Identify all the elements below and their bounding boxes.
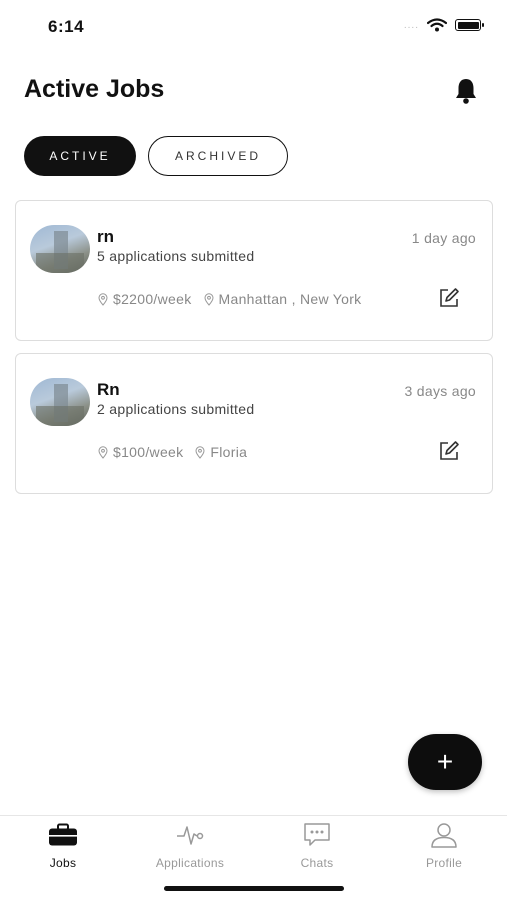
add-job-button[interactable]: + <box>408 734 482 790</box>
job-meta: $2200/week Manhattan , New York <box>98 291 374 307</box>
tab-active[interactable]: ACTIVE <box>24 136 136 176</box>
status-bar: 6:14 .... <box>0 0 507 50</box>
job-list: rn 5 applications submitted 1 day ago $2… <box>15 200 493 506</box>
nav-label: Jobs <box>49 856 77 870</box>
job-avatar <box>30 378 90 426</box>
nav-label: Profile <box>425 856 463 870</box>
battery-icon <box>455 19 484 31</box>
edit-icon[interactable] <box>438 287 460 309</box>
job-meta: $100/week Floria <box>98 444 259 460</box>
job-location-text: Manhattan , New York <box>218 291 362 307</box>
job-location-text: Floria <box>210 444 248 460</box>
nav-label: Chats <box>300 856 334 870</box>
bell-icon[interactable] <box>451 76 481 106</box>
nav-item-profile[interactable]: Profile <box>381 816 507 876</box>
job-title: Rn <box>97 380 120 399</box>
job-salary-text: $2200/week <box>113 291 192 307</box>
nav-item-chats[interactable]: Chats <box>254 816 380 876</box>
page-title: Active Jobs <box>24 75 165 103</box>
job-location: Floria <box>195 444 247 460</box>
edit-icon[interactable] <box>438 440 460 462</box>
home-indicator[interactable] <box>164 886 344 891</box>
location-pin-icon <box>98 292 108 306</box>
job-applications-count: 5 applications submitted <box>97 248 255 264</box>
job-posted-time: 3 days ago <box>404 383 476 399</box>
job-card[interactable]: Rn 2 applications submitted 3 days ago $… <box>15 353 493 494</box>
location-pin-icon <box>195 445 205 459</box>
nav-label: Applications <box>155 856 225 870</box>
status-time: 6:14 <box>48 17 85 36</box>
activity-icon <box>175 822 205 848</box>
location-pin-icon <box>204 292 214 306</box>
nav-item-applications[interactable]: Applications <box>127 816 253 876</box>
tab-archived[interactable]: ARCHIVED <box>148 136 288 176</box>
job-title: rn <box>97 227 114 246</box>
job-status-tabs: ACTIVE ARCHIVED <box>24 136 288 176</box>
job-salary: $100/week <box>98 444 183 460</box>
location-pin-icon <box>98 445 108 459</box>
job-salary-text: $100/week <box>113 444 184 460</box>
status-icons: .... <box>403 18 484 32</box>
briefcase-icon <box>48 822 78 848</box>
user-icon <box>429 822 459 848</box>
job-avatar <box>30 225 90 273</box>
job-posted-time: 1 day ago <box>411 230 476 246</box>
chat-icon <box>302 822 332 848</box>
job-salary: $2200/week <box>98 291 192 307</box>
wifi-icon <box>427 18 447 32</box>
signal-indicator: .... <box>403 19 419 31</box>
nav-item-jobs[interactable]: Jobs <box>0 816 126 876</box>
job-location: Manhattan , New York <box>204 291 362 307</box>
job-card[interactable]: rn 5 applications submitted 1 day ago $2… <box>15 200 493 341</box>
job-applications-count: 2 applications submitted <box>97 401 255 417</box>
